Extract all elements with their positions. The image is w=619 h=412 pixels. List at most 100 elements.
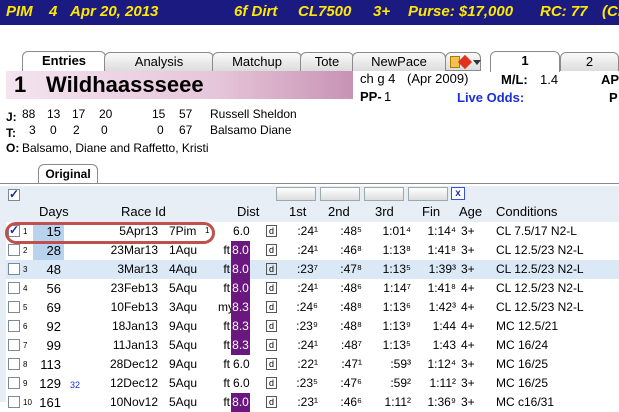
- row-checkbox[interactable]: [8, 301, 20, 313]
- tab-horse-1[interactable]: 1: [490, 51, 560, 72]
- tab-newpace[interactable]: NewPace: [352, 52, 446, 71]
- header-second[interactable]: 2nd: [328, 204, 350, 219]
- trainer-label: T:: [6, 126, 16, 140]
- third-call-cell: 1:13⁹: [382, 319, 412, 333]
- distance-cell: 8.0: [231, 260, 250, 279]
- third-call-cell: 1:13⁵: [382, 262, 411, 276]
- track-condition-cell: ft: [223, 338, 230, 352]
- age-cell: 4+: [461, 300, 475, 314]
- detail-icon[interactable]: d: [266, 396, 277, 408]
- detail-icon[interactable]: d: [266, 282, 277, 294]
- row-checkbox[interactable]: [8, 263, 20, 275]
- race-id-cell: 5Aqu: [169, 376, 198, 390]
- trainer-stat: 3: [29, 123, 36, 137]
- row-checkbox[interactable]: [8, 320, 20, 332]
- first-call-cell: :23⁵: [296, 376, 318, 390]
- header-third[interactable]: 3rd: [375, 204, 394, 219]
- clear-filter-button[interactable]: x: [451, 187, 465, 200]
- trainer-stat: 0: [157, 123, 164, 137]
- race-id-cell: 4Aqu: [169, 262, 198, 276]
- tab-matchup[interactable]: Matchup: [212, 52, 302, 71]
- header-fin[interactable]: Fin: [422, 204, 440, 219]
- row-checkbox[interactable]: [8, 244, 20, 256]
- tab-analysis[interactable]: Analysis: [104, 52, 214, 71]
- detail-icon[interactable]: d: [266, 301, 277, 313]
- track-code: PIM: [6, 3, 33, 20]
- third-call-cell: 1:13⁸: [382, 243, 411, 257]
- row-number: 10: [23, 398, 32, 407]
- row-number: 9: [23, 379, 28, 388]
- row-checkbox[interactable]: [8, 377, 20, 389]
- finish-time-cell: 1:41⁸: [427, 281, 456, 295]
- select-all-checkbox[interactable]: [8, 187, 20, 201]
- tab-tote[interactable]: Tote: [300, 52, 354, 71]
- third-call-cell: 1:14⁷: [383, 281, 411, 295]
- tab-entries[interactable]: Entries: [22, 51, 106, 72]
- race-date: Apr 20, 2013: [70, 3, 159, 20]
- race-header-bar: PIM 4 Apr 20, 2013 6f Dirt CL7500 3+ Pur…: [0, 0, 619, 25]
- header-first[interactable]: 1st: [289, 204, 306, 219]
- row-checkbox[interactable]: [8, 358, 20, 370]
- table-row[interactable]: 7 99 11Jan13 5Aqu ft 8.3 d:24¹:48⁷ 1:13⁵ 1:43 4+ M…: [6, 336, 619, 355]
- finish-time-cell: 1:44: [432, 319, 456, 333]
- table-row[interactable]: 9 129 32 12Dec12 5Aqu ft 6.0 d:23⁵:47⁶:59² 1:11²…: [6, 374, 619, 393]
- second-call-cell: :48⁵: [340, 224, 362, 238]
- conditions-cell: MC 12.5/21: [496, 319, 559, 333]
- tab-original[interactable]: Original: [38, 164, 98, 183]
- detail-icon[interactable]: d: [266, 320, 277, 332]
- days-subnote: 32: [70, 380, 81, 390]
- distance-cell: 8.3: [231, 317, 250, 336]
- table-row[interactable]: 6 92 18Jan13 9Aqu ft 8.3 d:23⁹:48⁸ 1:13⁹ 1:44 4+ M…: [6, 317, 619, 336]
- tab-horse-2[interactable]: 2: [560, 52, 619, 71]
- trainer-stat: 0: [101, 123, 108, 137]
- table-row[interactable]: 3 48 3Mar13 4Aqu ft 8.0 d:23⁷:47⁸ 1:13⁵ 1:39³ 3+ C…: [6, 260, 619, 279]
- tab-icon-menu[interactable]: [445, 52, 481, 71]
- second-call-cell: :47⁶: [340, 376, 362, 390]
- race-surface: 6f Dirt: [234, 3, 278, 20]
- race-date-cell: 3Mar13: [117, 262, 158, 276]
- table-row[interactable]: 8 113 28Dec12 9Aqu ft 6.0 d:22¹:47¹:59³ 1:12⁴ 3+…: [6, 355, 619, 374]
- row-checkbox[interactable]: [8, 282, 20, 294]
- filter-button[interactable]: [408, 187, 448, 201]
- row-checkbox[interactable]: [8, 396, 20, 408]
- filter-button[interactable]: [276, 187, 316, 201]
- table-row[interactable]: 5 69 10Feb13 3Aqu my 8.3 d:24⁶:48⁸ 1:13⁶ 1:42³ 4+…: [6, 298, 619, 317]
- detail-icon[interactable]: d: [266, 263, 277, 275]
- conditions-cell: MC 16/25: [496, 357, 549, 371]
- filter-button[interactable]: [364, 187, 404, 201]
- finish-time-cell: 1:36⁹: [427, 395, 457, 409]
- age-cell: 4+: [461, 338, 475, 352]
- header-age[interactable]: Age: [459, 204, 482, 219]
- header-dist[interactable]: Dist: [237, 204, 259, 219]
- first-call-cell: :24¹: [297, 281, 318, 295]
- table-row[interactable]: 10 161 10Nov12 5Aqu ft 8.0 d:23¹:46⁶ 1:11² 1:36⁹…: [6, 393, 619, 412]
- filter-button[interactable]: [320, 187, 360, 201]
- horse-description: ch g 4: [360, 71, 396, 86]
- third-call-cell: 1:13⁵: [382, 338, 411, 352]
- header-conditions[interactable]: Conditions: [496, 204, 557, 219]
- days-cell: 99: [46, 338, 61, 353]
- table-row[interactable]: 4 56 23Feb13 5Aqu ft 8.0 d:24¹:48⁶ 1:14⁷ 1:41⁸ 4+…: [6, 279, 619, 298]
- detail-icon[interactable]: d: [266, 358, 277, 370]
- row-checkbox[interactable]: [8, 339, 20, 351]
- first-call-cell: :24¹: [297, 243, 318, 257]
- header-days[interactable]: Days: [39, 204, 69, 219]
- track-condition-cell: my: [218, 300, 234, 314]
- header-race-id[interactable]: Race Id: [121, 204, 166, 219]
- days-cell: 161: [39, 395, 61, 410]
- row-number: 5: [23, 303, 28, 312]
- second-call-cell: :48⁷: [340, 338, 362, 352]
- finish-time-cell: 1:43: [432, 338, 456, 352]
- detail-icon[interactable]: d: [266, 225, 277, 237]
- track-condition-cell: ft: [223, 357, 230, 371]
- days-cell: 69: [46, 300, 61, 315]
- first-call-cell: :23¹: [297, 395, 318, 409]
- detail-icon[interactable]: d: [266, 377, 277, 389]
- distance-cell: 8.3: [231, 298, 250, 317]
- conditions-cell: MC c16/31: [496, 395, 555, 409]
- race-purse: Purse: $17,000: [408, 3, 514, 20]
- detail-icon[interactable]: d: [266, 244, 277, 256]
- detail-icon[interactable]: d: [266, 339, 277, 351]
- finish-time-cell: 1:14⁴: [427, 224, 456, 238]
- second-call-cell: :47⁸: [340, 262, 362, 276]
